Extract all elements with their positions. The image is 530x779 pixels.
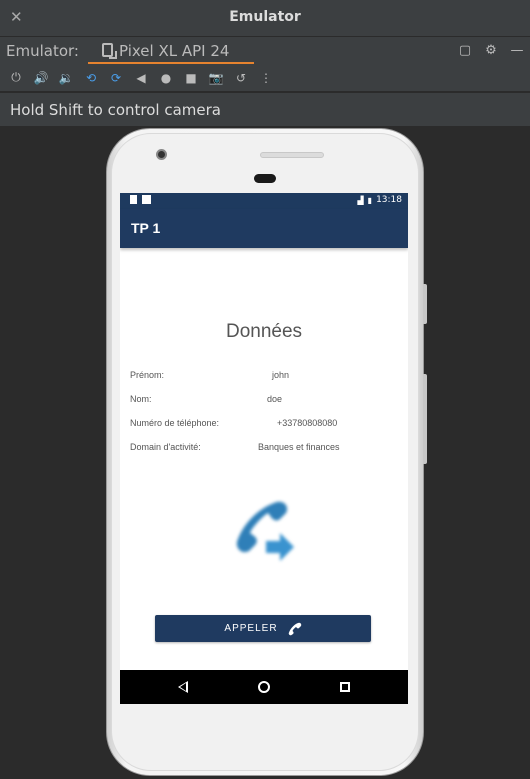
field-label: Numéro de téléphone: [130,418,220,428]
field-label: Prénom: [130,370,165,380]
speaker-grille [260,152,324,158]
volume-down-icon[interactable]: 🔉 [55,67,77,89]
notification-icon [142,195,151,204]
tab-device-label: Pixel XL API 24 [119,42,230,60]
hint-text: Hold Shift to control camera [10,101,222,119]
status-bar: ▟ ▮ 13:18 [120,193,408,209]
minimize-icon[interactable]: — [510,43,524,58]
tab-bar-label: Emulator: [6,42,79,60]
nav-back-icon[interactable] [178,681,188,693]
field-row-lastname: Nom: doe [130,394,400,408]
app-title: TP 1 [131,220,161,236]
battery-icon: ▮ [367,196,373,205]
hint-bar: Hold Shift to control camera [0,93,530,127]
nav-home-icon[interactable] [258,681,270,693]
field-value: doe [267,394,283,404]
signal-icon: ▟ [357,196,364,205]
window-title: Emulator [229,9,301,25]
tab-bar: Emulator: Pixel XL API 24 ▢ ⚙ — [0,36,530,65]
field-value: Banques et finances [258,442,340,452]
app-bar: TP 1 [120,209,408,248]
replay-icon[interactable]: ↺ [230,67,252,89]
sd-card-icon [130,195,137,204]
field-row-domain: Domain d'activité: Banques et finances [130,442,400,456]
rotate-left-icon[interactable]: ⟲ [80,67,102,89]
home-icon[interactable]: ● [155,67,177,89]
more-icon[interactable]: ⋮ [255,67,277,89]
status-time: 13:18 [376,195,402,205]
front-camera-icon [156,149,167,160]
device-screen: ▟ ▮ 13:18 TP 1 Données Prénom: john Nom:… [120,193,408,704]
tab-device[interactable]: Pixel XL API 24 [88,37,254,65]
power-side-button[interactable] [423,284,427,324]
camera-icon[interactable]: 📷 [205,67,227,89]
back-icon[interactable]: ◀ [130,67,152,89]
page-heading: Données [225,321,303,342]
field-value: +33780808080 [277,418,338,428]
field-label: Nom: [130,394,152,404]
restore-icon[interactable]: ▢ [458,43,472,58]
emulator-toolbar: ⏻ 🔊 🔉 ⟲ ⟳ ◀ ● ■ 📷 ↺ ⋮ [0,64,530,92]
phone-icon [288,622,301,635]
gear-icon[interactable]: ⚙ [484,43,498,58]
call-button[interactable]: APPELER [155,615,371,642]
tab-actions: ▢ ⚙ — [458,43,524,58]
overview-icon[interactable]: ■ [180,67,202,89]
field-row-firstname: Prénom: john [130,370,400,384]
volume-up-icon[interactable]: 🔊 [30,67,52,89]
power-icon[interactable]: ⏻ [5,67,27,89]
field-row-phone: Numéro de téléphone: +33780808080 [130,418,400,432]
call-button-label: APPELER [224,623,278,634]
rotate-right-icon[interactable]: ⟳ [105,67,127,89]
proximity-sensor [254,174,276,183]
system-nav-bar [120,670,408,704]
device-icon [102,43,113,57]
field-label: Domain d'activité: [130,442,201,452]
field-value: john [272,370,290,380]
nav-recents-icon[interactable] [340,682,350,692]
call-forward-icon [236,501,294,561]
volume-side-button[interactable] [423,374,427,464]
title-bar: ✕ Emulator [0,0,530,36]
